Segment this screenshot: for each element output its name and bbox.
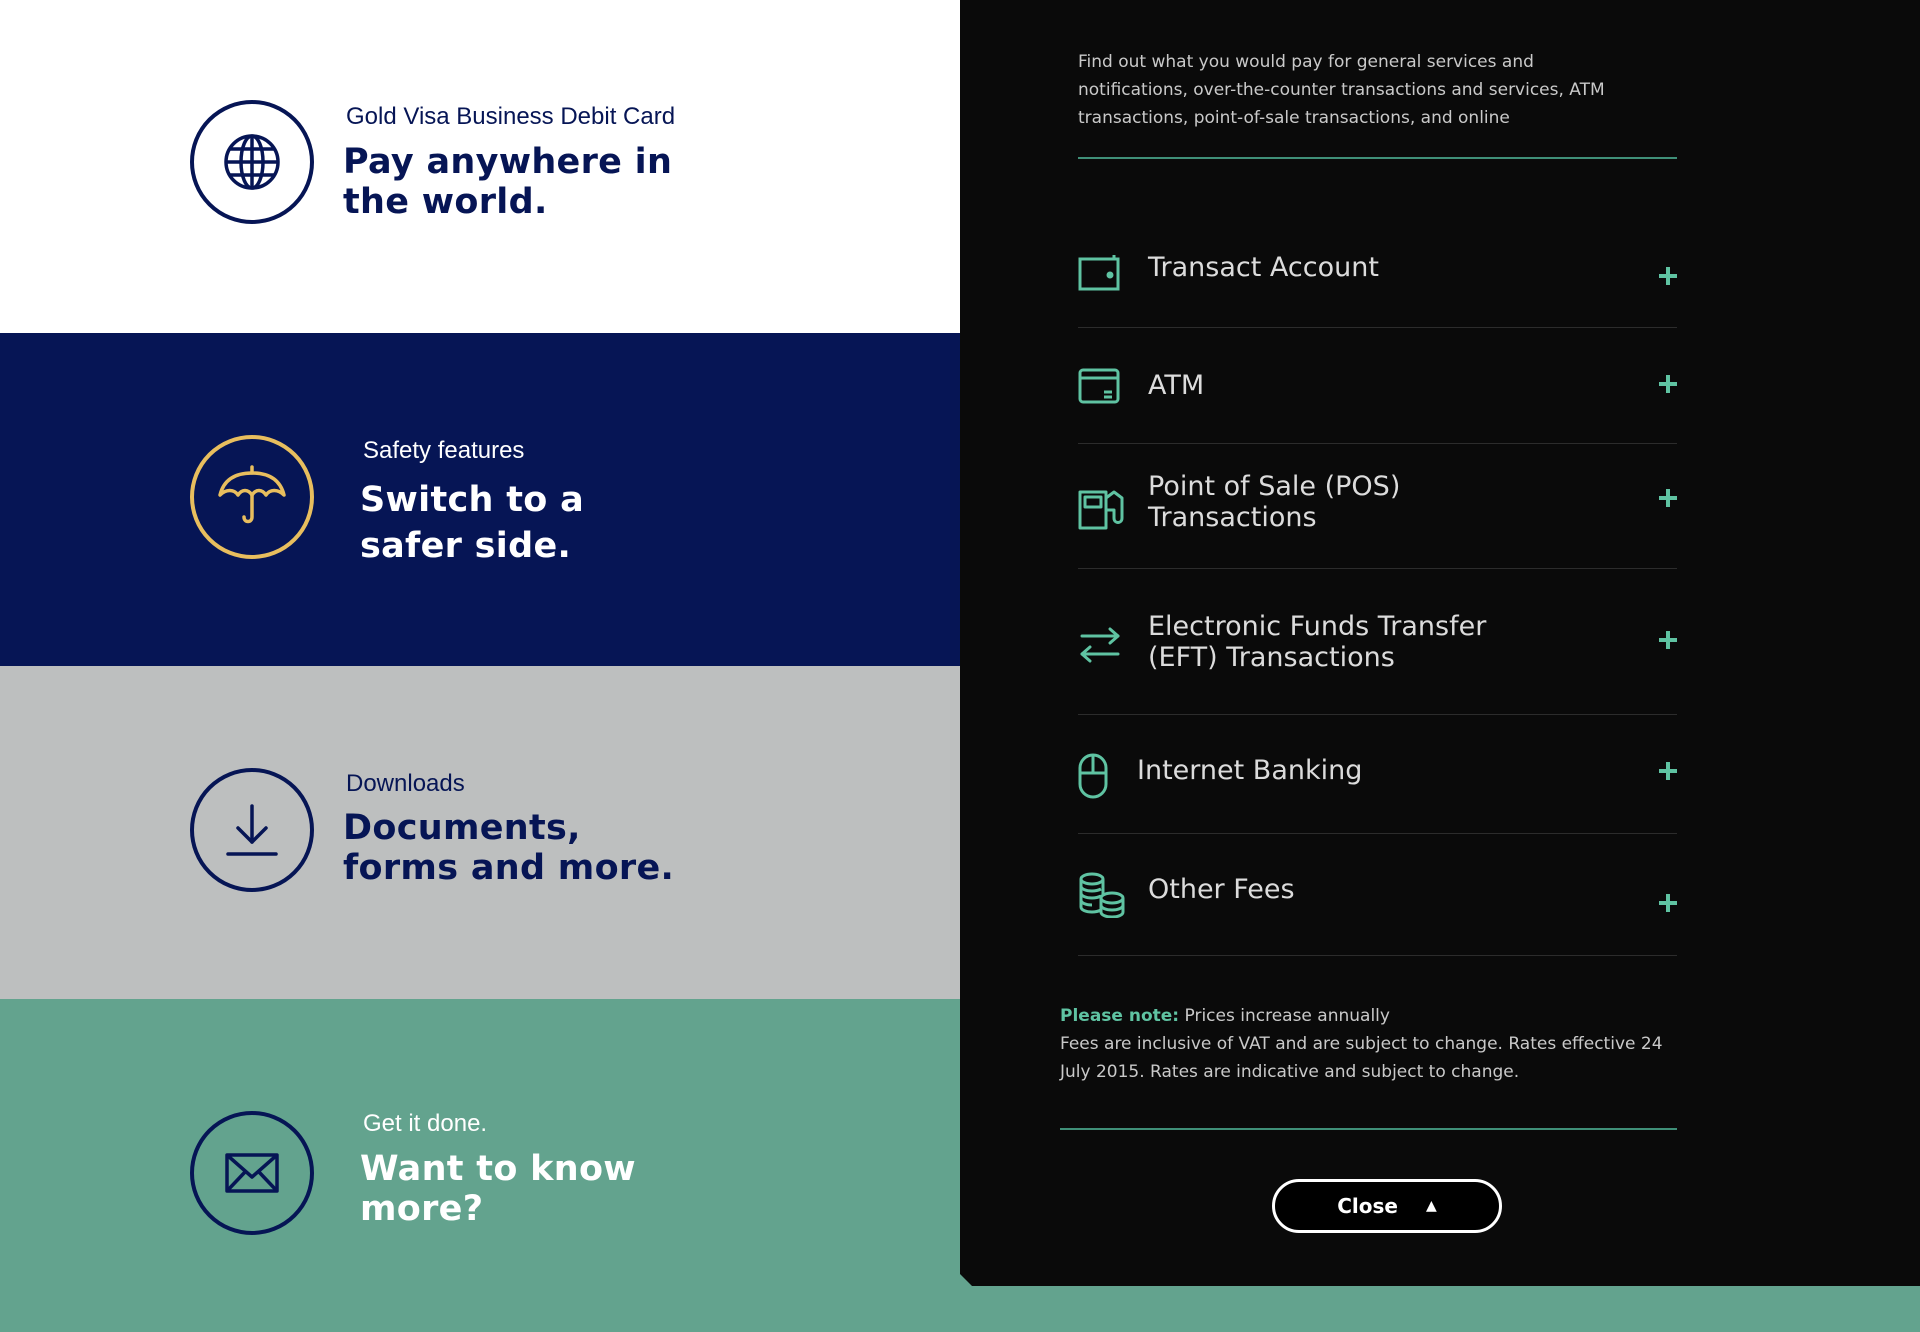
- plus-icon[interactable]: [1659, 894, 1677, 912]
- promo-eyebrow: Gold Visa Business Debit Card: [346, 103, 676, 130]
- fee-row-label: Internet Banking: [1137, 755, 1363, 786]
- close-button-label: Close: [1337, 1194, 1398, 1218]
- promo-headline[interactable]: Documents, forms and more.: [343, 808, 674, 888]
- divider: [1060, 1128, 1677, 1130]
- plus-icon[interactable]: [1659, 267, 1677, 285]
- fee-row-label: Point of Sale (POS) Transactions: [1148, 471, 1401, 533]
- transfer-arrows-icon: [1078, 626, 1122, 668]
- download-icon: [190, 768, 314, 892]
- note-label: Please note:: [1060, 1006, 1180, 1026]
- fee-row-transact-account[interactable]: Transact Account: [1078, 210, 1677, 328]
- fee-row-other-fees[interactable]: Other Fees: [1078, 834, 1677, 956]
- promo-eyebrow: Downloads: [346, 770, 465, 797]
- promo-headline[interactable]: Switch to a safer side.: [360, 477, 584, 569]
- promo-safety-features[interactable]: Safety features Switch to a safer side.: [0, 333, 960, 666]
- globe-icon: [190, 100, 314, 224]
- note-line2: Fees are inclusive of VAT and are subjec…: [1060, 1034, 1663, 1082]
- fee-row-internet-banking[interactable]: Internet Banking: [1078, 715, 1677, 834]
- mouse-icon: [1078, 753, 1108, 803]
- fees-note: Please note: Prices increase annually Fe…: [1060, 1002, 1680, 1086]
- fees-intro: Find out what you would pay for general …: [1078, 52, 1605, 128]
- fee-row-atm[interactable]: ATM: [1078, 328, 1677, 444]
- envelope-icon: [190, 1111, 314, 1235]
- fee-row-eft[interactable]: Electronic Funds Transfer (EFT) Transact…: [1078, 569, 1677, 715]
- plus-icon[interactable]: [1659, 375, 1677, 393]
- pos-terminal-icon: [1078, 488, 1124, 534]
- divider: [1078, 157, 1677, 159]
- fee-row-pos[interactable]: Point of Sale (POS) Transactions: [1078, 444, 1677, 569]
- fee-row-label: Other Fees: [1148, 874, 1295, 905]
- plus-icon[interactable]: [1659, 489, 1677, 507]
- fee-row-label: Electronic Funds Transfer (EFT) Transact…: [1148, 611, 1487, 673]
- promo-gold-visa[interactable]: Gold Visa Business Debit Card Pay anywhe…: [0, 0, 960, 333]
- coins-icon: [1078, 872, 1126, 922]
- fee-row-label: Transact Account: [1148, 252, 1379, 283]
- promo-eyebrow: Get it done.: [363, 1110, 488, 1137]
- note-line1: Prices increase annually: [1179, 1006, 1390, 1026]
- promo-headline[interactable]: Want to know more?: [360, 1149, 636, 1229]
- umbrella-icon: [190, 435, 314, 559]
- atm-card-icon: [1078, 368, 1120, 408]
- close-button[interactable]: Close ▲: [1272, 1179, 1502, 1233]
- promo-get-it-done[interactable]: Get it done. Want to know more?: [0, 999, 960, 1332]
- plus-icon[interactable]: [1659, 762, 1677, 780]
- wallet-icon: [1078, 253, 1120, 295]
- caret-up-icon: ▲: [1425, 1198, 1437, 1214]
- promo-downloads[interactable]: Downloads Documents, forms and more.: [0, 666, 960, 999]
- promo-headline[interactable]: Pay anywhere in the world.: [343, 142, 672, 222]
- fee-row-label: ATM: [1148, 370, 1205, 401]
- fees-panel: Find out what you would pay for general …: [960, 0, 1920, 1286]
- promo-eyebrow: Safety features: [363, 437, 525, 464]
- plus-icon[interactable]: [1659, 631, 1677, 649]
